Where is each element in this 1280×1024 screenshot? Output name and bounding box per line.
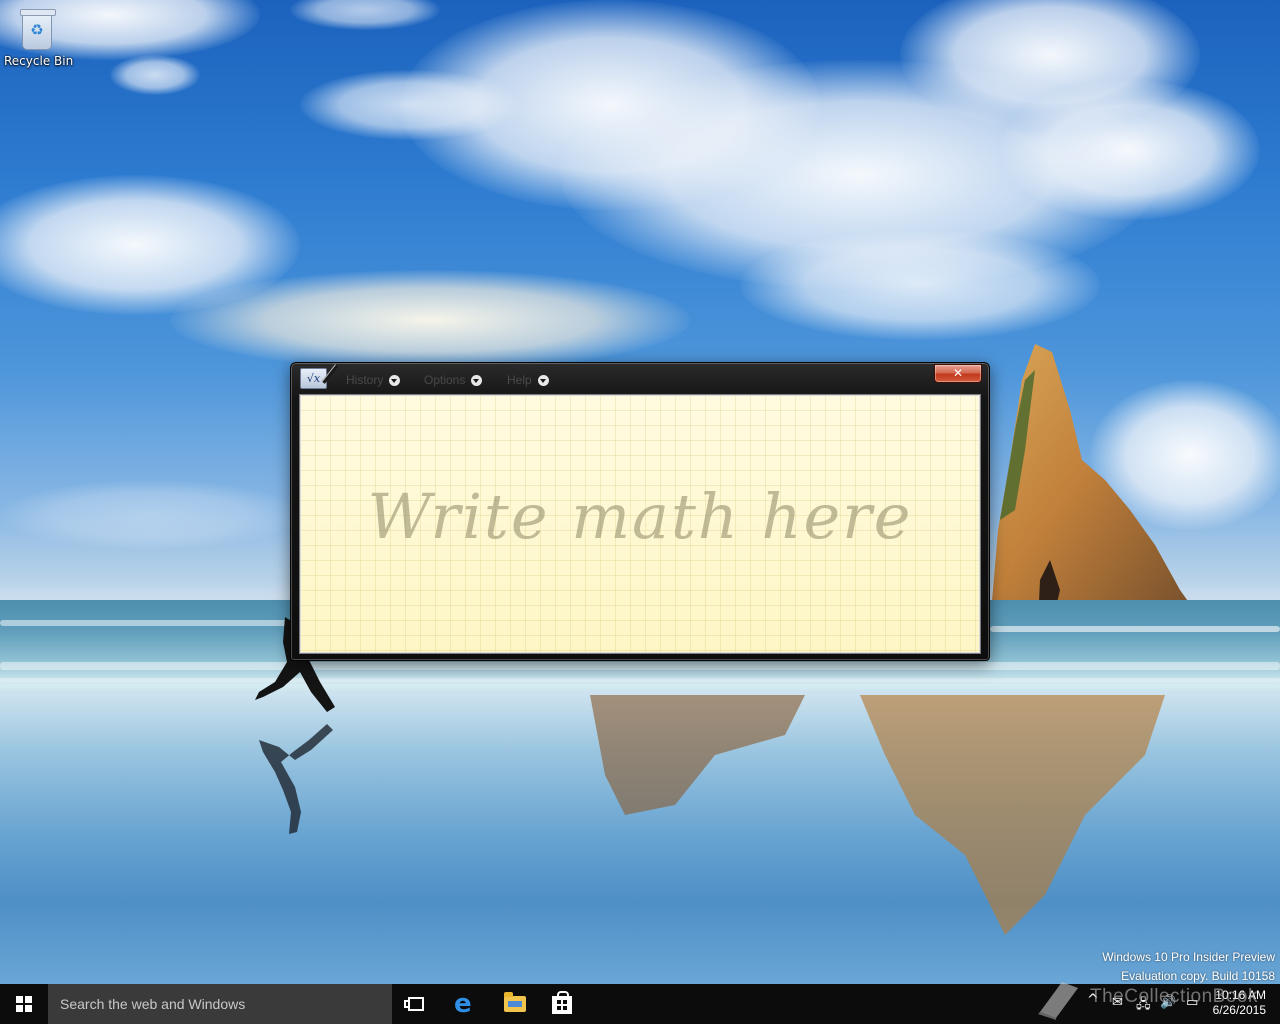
menu-options-label: Options (424, 373, 466, 387)
edge-icon: e (454, 989, 472, 1019)
file-explorer-icon (504, 992, 526, 1012)
windows-logo-icon (16, 996, 32, 1012)
start-button[interactable] (0, 984, 48, 1024)
math-input-panel-app-icon[interactable]: √x (300, 368, 327, 389)
close-icon: ✕ (952, 366, 964, 380)
search-placeholder: Search the web and Windows (60, 996, 246, 1012)
rock-reflection (590, 695, 1165, 935)
task-view-icon-frame (408, 997, 424, 1011)
menu-history-label: History (346, 373, 384, 387)
search-box[interactable]: Search the web and Windows (48, 984, 392, 1024)
math-input-panel-window: √x History Options Help ✕ Write math her… (290, 362, 990, 661)
taskbar: Search the web and Windows e ^ ✉ 🖧 🔊 ▭ 1… (0, 984, 1280, 1024)
close-button[interactable]: ✕ (934, 364, 982, 383)
book-logo-icon (1038, 982, 1078, 1020)
watermark-line2: Evaluation copy. Build 10158 (1121, 969, 1275, 983)
chevron-down-icon (471, 374, 483, 386)
recycle-bin-label: Recycle Bin (4, 54, 74, 68)
watermark-line1: Windows 10 Pro Insider Preview (1102, 950, 1275, 964)
file-explorer-button[interactable] (490, 984, 538, 1024)
writing-area[interactable]: Write math here (299, 394, 981, 654)
task-view-button[interactable] (392, 984, 440, 1024)
store-icon (552, 991, 572, 1014)
menu-options[interactable]: Options (424, 372, 483, 388)
write-math-placeholder: Write math here (367, 480, 913, 553)
windows-watermark: Windows 10 Pro Insider Preview Evaluatio… (1102, 948, 1275, 984)
edge-button[interactable]: e (442, 984, 490, 1024)
rock-formation (990, 344, 1205, 625)
title-bar[interactable]: √x History Options Help ✕ (291, 363, 989, 393)
menu-history[interactable]: History (346, 372, 401, 388)
menu-help[interactable]: Help (507, 372, 549, 388)
chevron-down-icon (389, 374, 401, 386)
menu-help-label: Help (507, 373, 532, 387)
recycle-bin-desktop-icon[interactable]: ♻ Recycle Bin (4, 8, 74, 76)
chevron-down-icon (537, 374, 549, 386)
recycle-bin-icon: ♻ (20, 9, 56, 50)
brand-watermark-text: TheCollectionBook (1090, 986, 1258, 1007)
store-button[interactable] (538, 984, 586, 1024)
